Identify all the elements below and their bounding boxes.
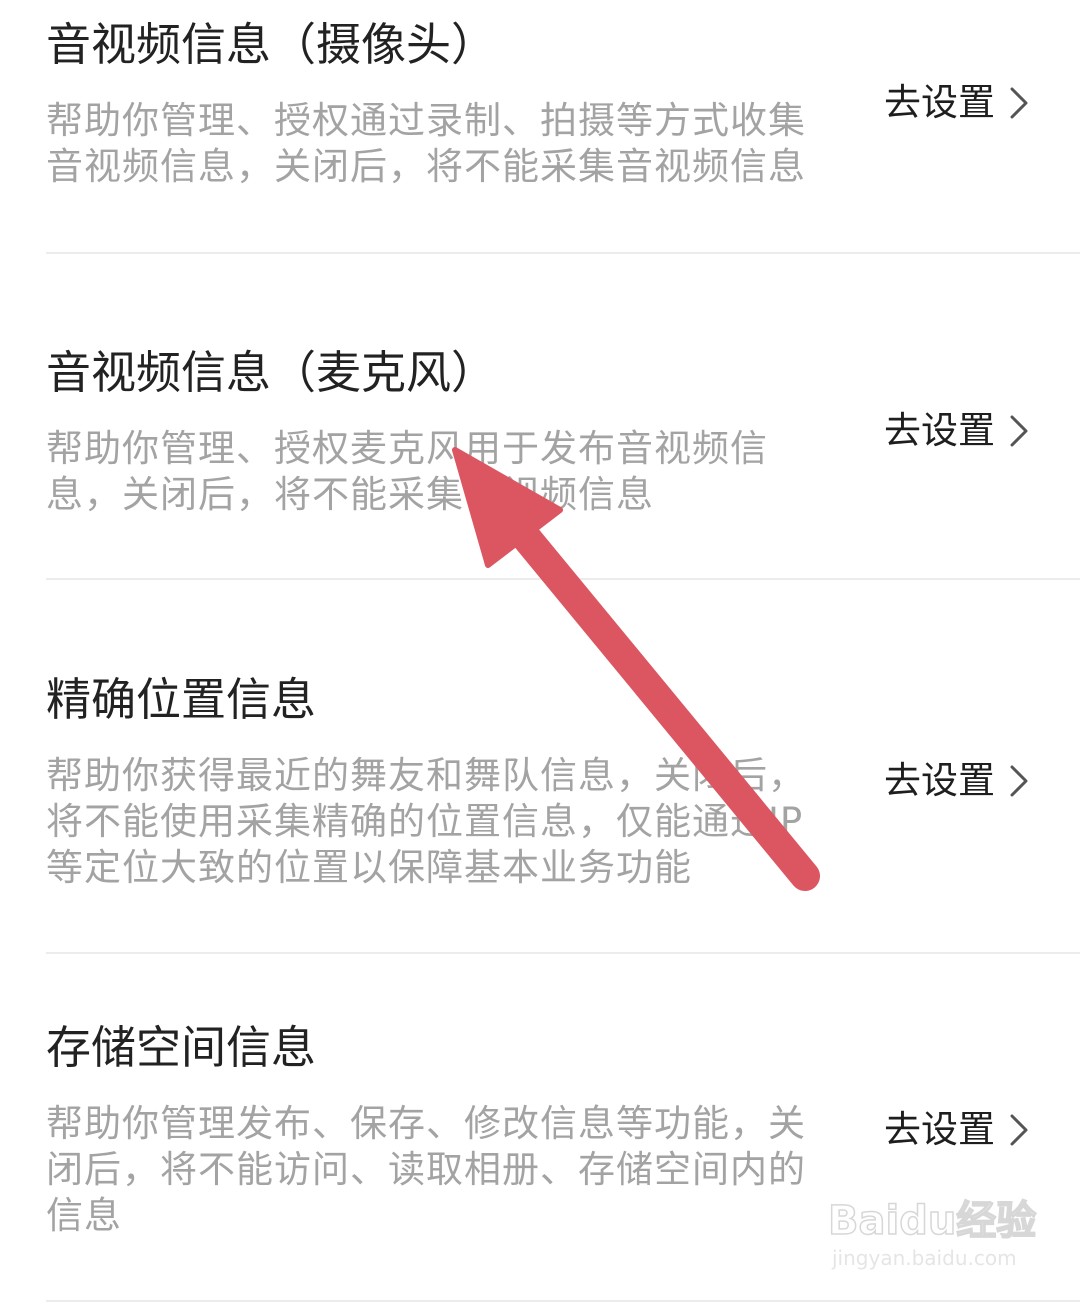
divider	[46, 252, 1080, 254]
permission-settings-list: 音视频信息（摄像头） 帮助你管理、授权通过录制、拍摄等方式收集 音视频信息，关闭…	[0, 0, 1080, 1308]
description-line: 帮助你管理、授权麦克风用于发布音视频信	[46, 427, 768, 470]
description-line: 信息	[46, 1194, 122, 1237]
description-line: 音视频信息，关闭后，将不能采集音视频信息	[46, 145, 806, 188]
permission-description: 帮助你管理、授权麦克风用于发布音视频信 息，关闭后，将不能采集音视频信息	[46, 426, 836, 518]
go-settings-button-storage[interactable]: 去设置	[884, 1105, 1029, 1155]
permission-description: 帮助你获得最近的舞友和舞队信息，关闭后， 将不能使用采集精确的位置信息，仅能通过…	[46, 753, 836, 891]
chevron-right-icon	[1010, 1114, 1028, 1146]
divider	[46, 1300, 1080, 1302]
go-settings-button-camera[interactable]: 去设置	[884, 78, 1029, 128]
description-line: 闭后，将不能访问、读取相册、存储空间内的	[46, 1148, 806, 1191]
description-line: 息，关闭后，将不能采集音视频信息	[46, 473, 654, 516]
divider	[46, 578, 1080, 580]
chevron-right-icon	[1010, 87, 1028, 119]
description-line: 帮助你管理发布、保存、修改信息等功能，关	[46, 1102, 806, 1145]
divider	[46, 952, 1080, 954]
description-line: 帮助你获得最近的舞友和舞队信息，关闭后，	[46, 754, 806, 797]
chevron-right-icon	[1010, 765, 1028, 797]
go-settings-label: 去设置	[884, 409, 995, 452]
watermark-url: jingyan.baidu.com	[832, 1246, 1017, 1270]
permission-description: 帮助你管理、授权通过录制、拍摄等方式收集 音视频信息，关闭后，将不能采集音视频信…	[46, 98, 836, 190]
permission-item-location: 精确位置信息 帮助你获得最近的舞友和舞队信息，关闭后， 将不能使用采集精确的位置…	[46, 673, 1080, 933]
description-line: 将不能使用采集精确的位置信息，仅能通过IP	[46, 800, 804, 843]
description-line: 等定位大致的位置以保障基本业务功能	[46, 846, 692, 889]
permission-title: 音视频信息（摄像头）	[46, 18, 497, 71]
permission-title: 精确位置信息	[46, 673, 317, 726]
go-settings-button-microphone[interactable]: 去设置	[884, 406, 1029, 456]
description-line: 帮助你管理、授权通过录制、拍摄等方式收集	[46, 99, 806, 142]
go-settings-label: 去设置	[884, 759, 995, 802]
go-settings-button-location[interactable]: 去设置	[884, 756, 1029, 806]
permission-item-microphone: 音视频信息（麦克风） 帮助你管理、授权麦克风用于发布音视频信 息，关闭后，将不能…	[46, 346, 1080, 576]
permission-title: 音视频信息（麦克风）	[46, 346, 497, 399]
permission-title: 存储空间信息	[46, 1021, 317, 1074]
chevron-right-icon	[1010, 415, 1028, 447]
watermark: Baidu经验 jingyan.baidu.com	[827, 1188, 1037, 1288]
go-settings-label: 去设置	[884, 81, 995, 124]
go-settings-label: 去设置	[884, 1108, 995, 1151]
permission-item-camera: 音视频信息（摄像头） 帮助你管理、授权通过录制、拍摄等方式收集 音视频信息，关闭…	[46, 18, 1080, 248]
permission-description: 帮助你管理发布、保存、修改信息等功能，关 闭后，将不能访问、读取相册、存储空间内…	[46, 1101, 836, 1239]
watermark-logo: Baidu经验	[827, 1197, 1037, 1245]
